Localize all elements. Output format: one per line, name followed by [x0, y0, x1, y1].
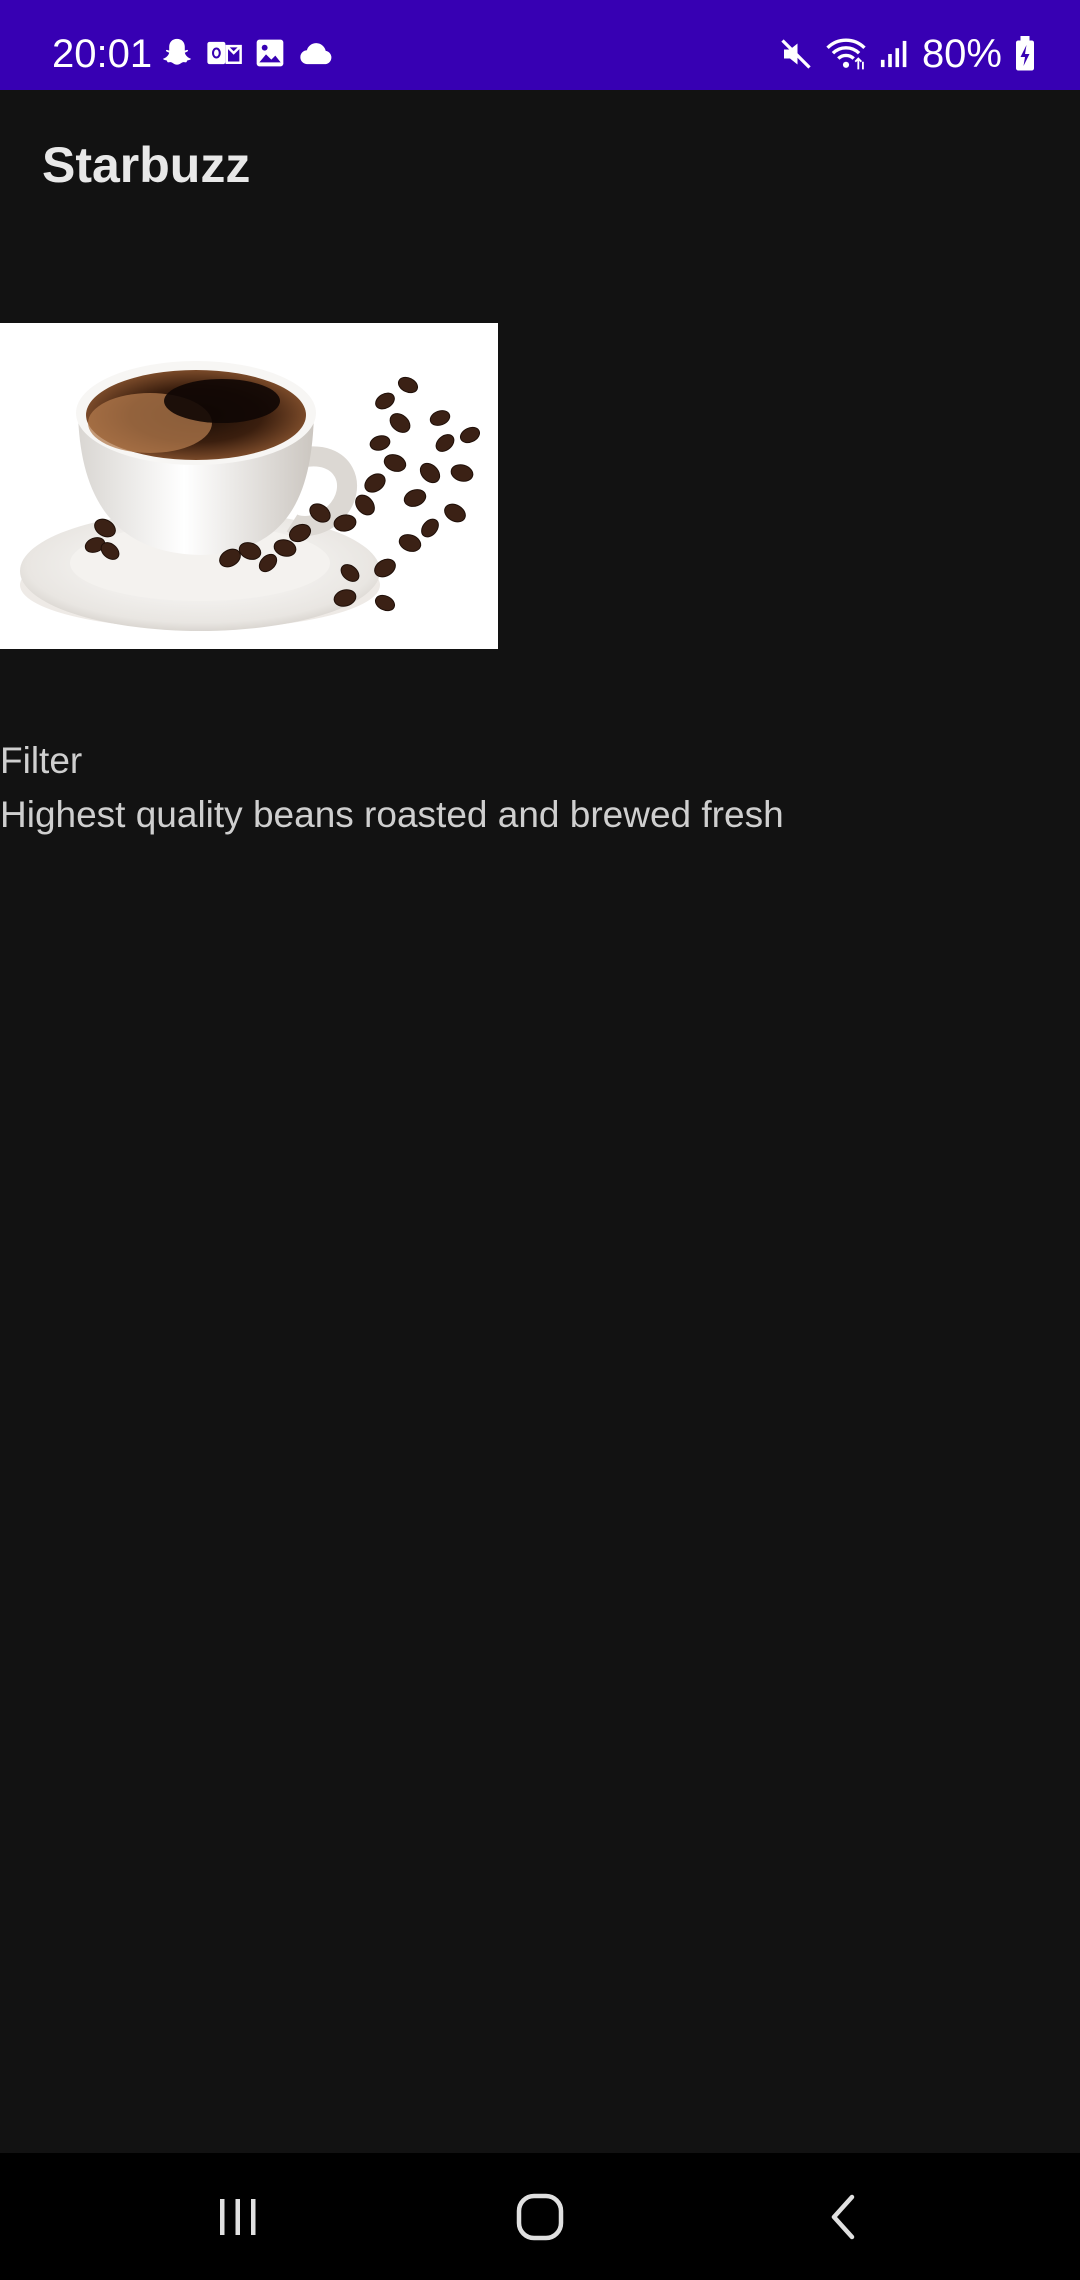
- notification-icons: [160, 36, 334, 70]
- signal-icon: [878, 38, 910, 70]
- wifi-icon: [826, 36, 866, 72]
- home-button[interactable]: [460, 2153, 620, 2280]
- back-button[interactable]: [762, 2153, 922, 2280]
- outlook-icon: [206, 37, 242, 69]
- status-time: 20:01: [52, 32, 153, 76]
- cloud-icon: [298, 39, 334, 67]
- app-bar: Starbuzz: [0, 90, 1080, 240]
- snapchat-icon: [160, 36, 194, 70]
- recent-apps-icon: [214, 2195, 262, 2239]
- mute-icon: [778, 36, 814, 72]
- drink-description: Highest quality beans roasted and brewed…: [0, 794, 784, 835]
- drink-name: Filter: [0, 740, 83, 781]
- recent-apps-button[interactable]: [158, 2153, 318, 2280]
- system-status: 80%: [778, 34, 1036, 74]
- battery-percent: 80%: [921, 32, 1002, 76]
- drink-image: [0, 323, 498, 649]
- back-icon: [824, 2191, 860, 2243]
- gallery-icon: [254, 37, 286, 69]
- coffee-cup-illustration: [0, 323, 498, 649]
- home-icon: [514, 2191, 566, 2243]
- app-title: Starbuzz: [42, 137, 251, 193]
- navigation-bar: [0, 2153, 1080, 2280]
- screen: 20:01 80% Starbuzz Filter Highest qualit…: [0, 0, 1080, 2280]
- status-bar: 20:01 80%: [0, 0, 1080, 90]
- battery-charging-icon: [1014, 36, 1036, 72]
